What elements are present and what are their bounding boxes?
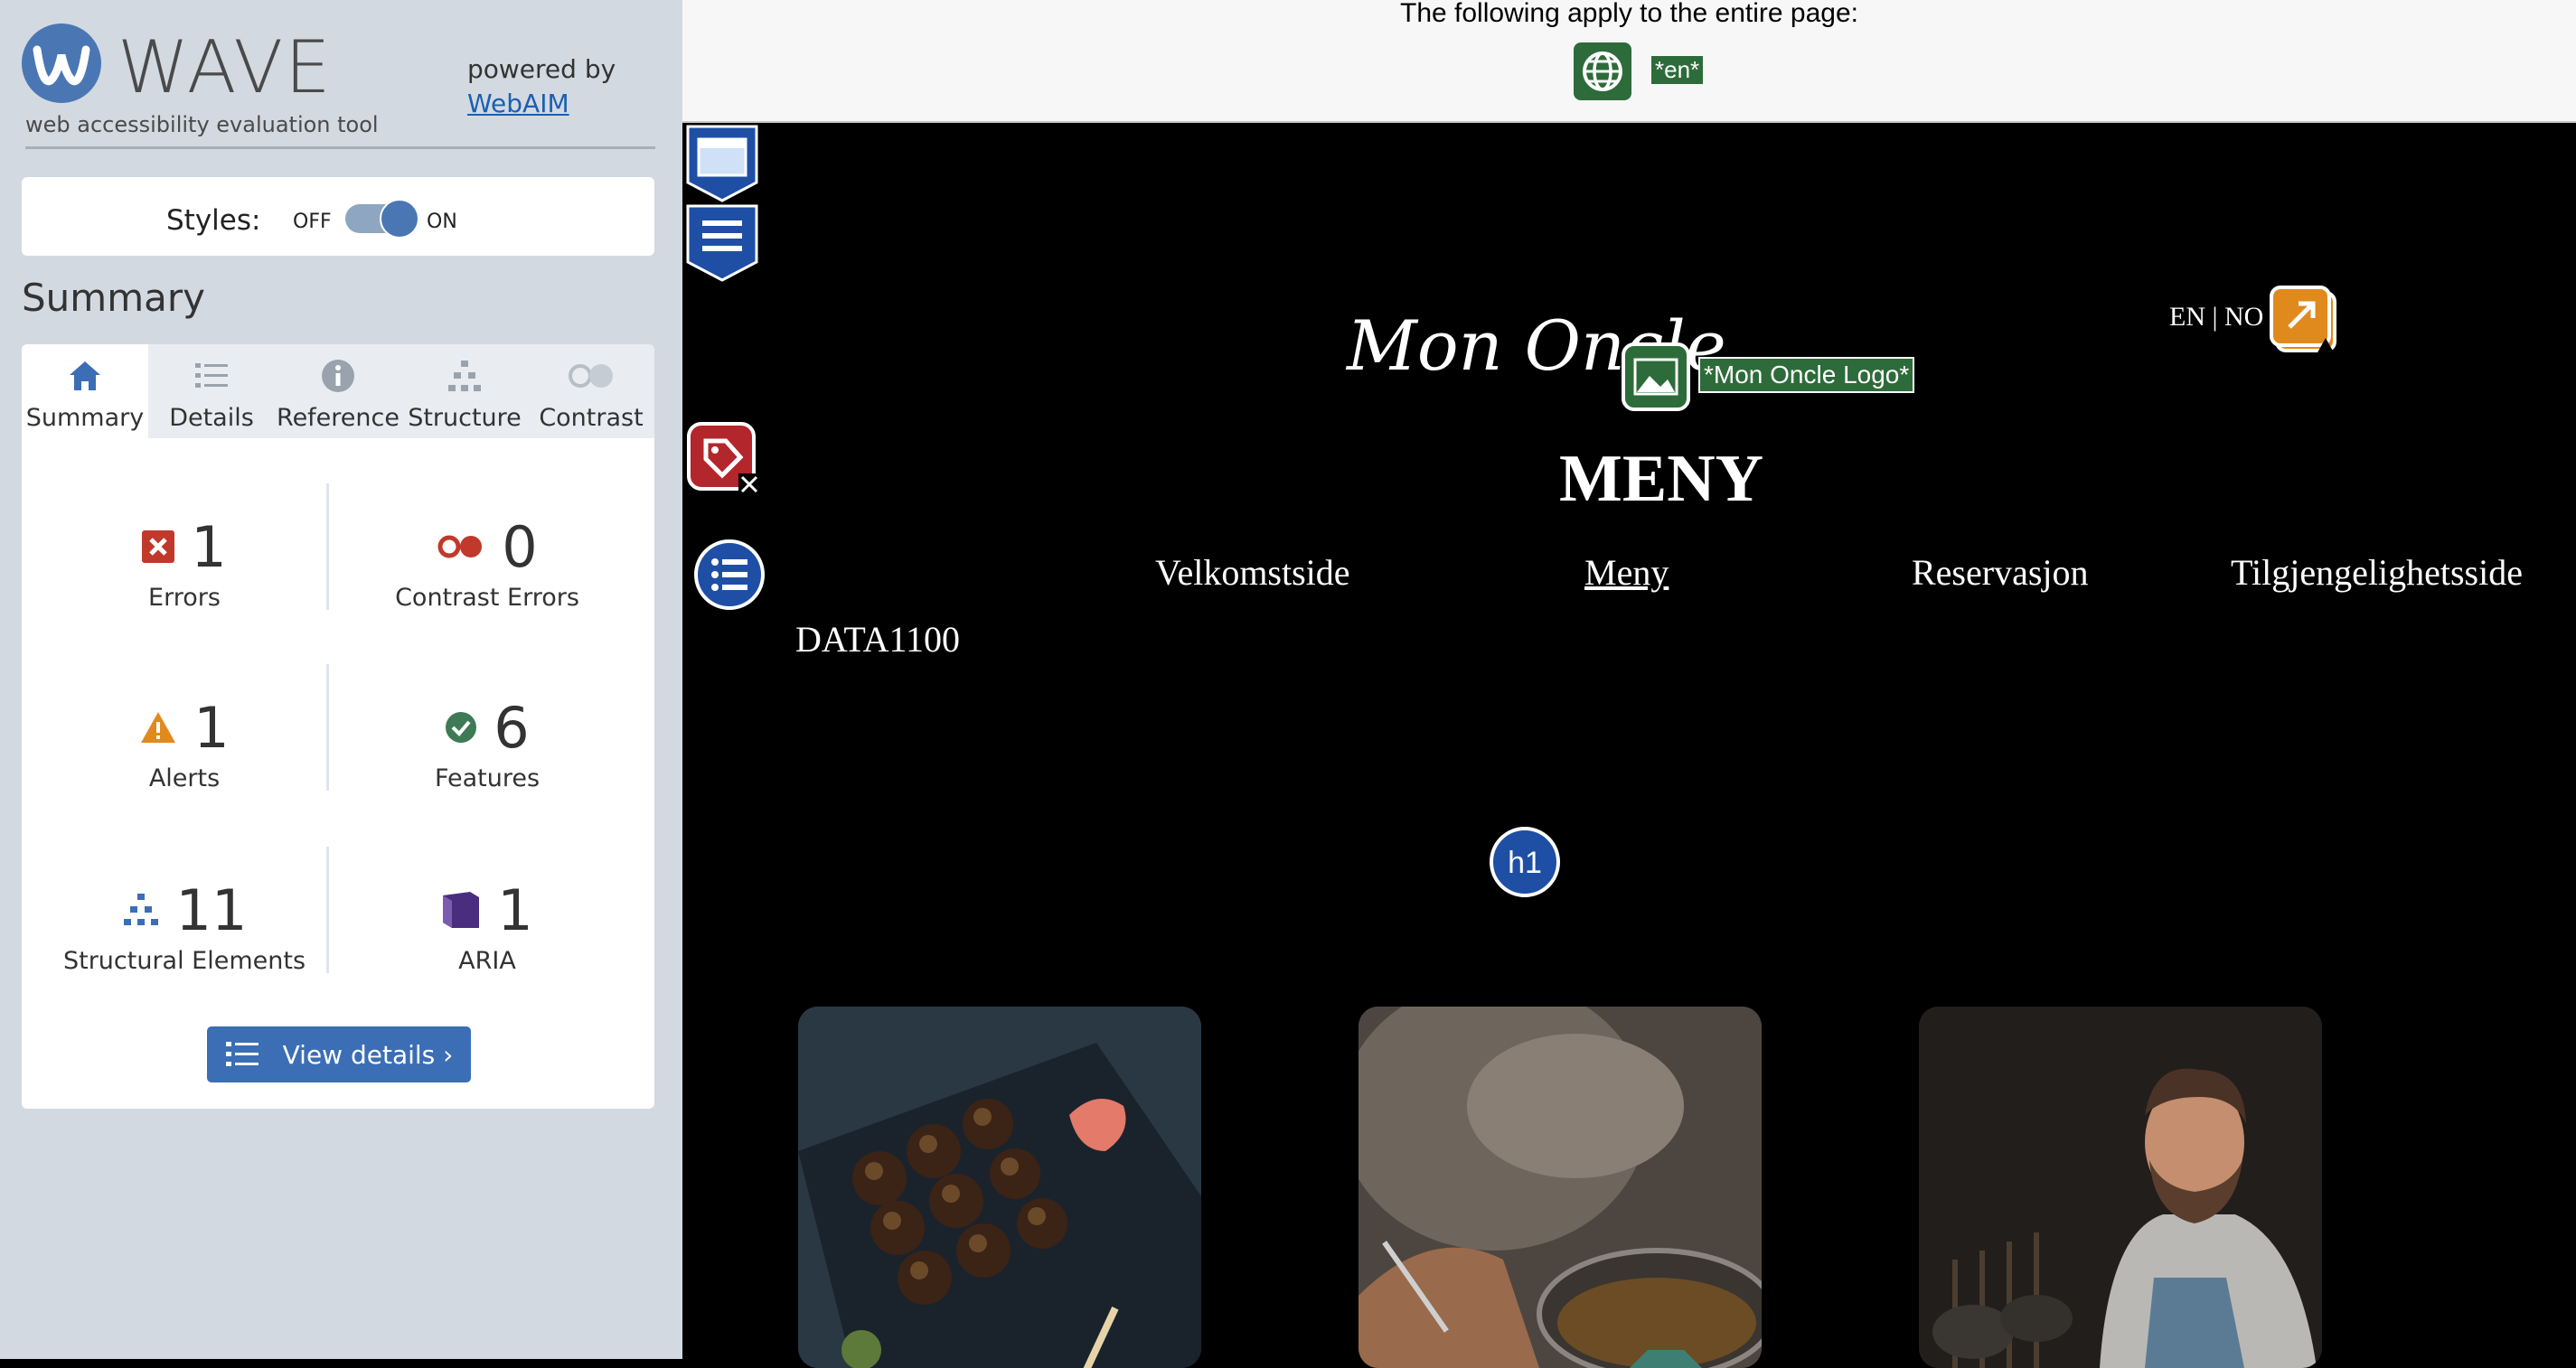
features-label: Features	[434, 764, 541, 792]
stat-features[interactable]: 6 Features	[343, 694, 632, 793]
styles-on-label: ON	[427, 211, 457, 233]
tab-reference[interactable]: Reference	[275, 344, 401, 438]
summary-panel: 1 Errors 0 Contrast Errors 1 Alerts 6 Fe…	[22, 438, 654, 1109]
contrast-errors-label: Contrast Errors	[395, 584, 579, 612]
contrast-icon	[569, 364, 613, 388]
new-window-alert-icon[interactable]	[2270, 284, 2344, 358]
stat-aria[interactable]: 1 ARIA	[343, 876, 632, 975]
contrast-errors-count: 0	[502, 513, 538, 580]
language-tag: *en*	[1651, 56, 1704, 84]
view-details-button[interactable]: View details ›	[207, 1026, 471, 1082]
errors-count: 1	[191, 513, 227, 580]
nav-link-data1100[interactable]: DATA1100	[795, 618, 960, 661]
error-icon	[142, 530, 175, 563]
tab-structure[interactable]: Structure	[401, 344, 528, 438]
toggle-knob[interactable]	[380, 199, 419, 239]
powered-by-label: powered by	[467, 54, 616, 84]
aria-label: ARIA	[458, 947, 516, 975]
view-details-label: View details ›	[282, 1039, 454, 1070]
alerts-label: Alerts	[148, 764, 221, 792]
page-title: MENY	[1559, 442, 1764, 516]
home-icon	[70, 361, 100, 390]
aria-icon	[443, 892, 480, 928]
globe-icon	[1583, 52, 1622, 91]
navigation-landmark-icon[interactable]	[684, 204, 760, 282]
errors-label: Errors	[148, 584, 221, 612]
cooking-image	[1359, 1007, 1762, 1368]
wave-logo-subtitle: web accessibility evaluation tool	[25, 112, 379, 137]
styles-toggle-panel: Styles: OFF ON	[22, 177, 654, 256]
wave-sidebar: WAVE web accessibility evaluation tool p…	[0, 0, 682, 1359]
linked-image-icon[interactable]	[1621, 342, 1691, 412]
powered-by: powered by WebAIM	[467, 52, 616, 121]
wave-tabs: Summary Details Reference Structure Cont…	[22, 344, 654, 438]
sushi-image	[798, 1007, 1201, 1368]
divider	[25, 146, 655, 149]
styles-off-label: OFF	[293, 211, 332, 233]
aria-count: 1	[497, 876, 533, 943]
tab-summary[interactable]: Summary	[22, 344, 148, 438]
info-icon	[322, 360, 354, 392]
language-icon[interactable]	[1574, 42, 1631, 100]
nav-link-tilgjengelighetsside[interactable]: Tilgjengelighetsside	[2231, 551, 2523, 594]
alert-icon	[141, 712, 176, 743]
tab-contrast[interactable]: Contrast	[528, 344, 654, 438]
menu-photo-sushi	[798, 1007, 1201, 1368]
page-level-text: The following apply to the entire page:	[1400, 0, 1858, 28]
feature-check-icon	[446, 712, 477, 743]
menu-photo-chef	[1919, 1007, 2322, 1368]
list-icon	[195, 363, 228, 388]
stat-errors[interactable]: 1 Errors	[40, 513, 329, 612]
hierarchy-icon	[448, 361, 481, 391]
tab-label: Details	[169, 404, 254, 432]
stat-alerts[interactable]: 1 Alerts	[40, 694, 329, 792]
tab-label: Contrast	[539, 404, 644, 432]
nav-link-velkomstside[interactable]: Velkomstside	[1155, 551, 1350, 594]
webaim-link[interactable]: WebAIM	[467, 89, 569, 118]
page-content: Mon Oncle *Mon Oncle Logo* EN | NO Velko…	[682, 123, 2576, 1368]
tab-label: Reference	[277, 404, 400, 432]
contrast-error-icon	[437, 535, 483, 558]
unordered-list-icon[interactable]	[693, 539, 766, 611]
list-icon	[225, 1042, 259, 1066]
styles-label: Styles:	[166, 204, 261, 237]
wave-logo-text: WAVE	[118, 25, 333, 109]
alerts-count: 1	[193, 694, 230, 761]
header-landmark-icon[interactable]	[684, 125, 760, 202]
features-count: 6	[494, 694, 530, 761]
structural-label: Structural Elements	[62, 947, 306, 975]
chef-image	[1919, 1007, 2322, 1368]
language-switcher[interactable]: EN | NO	[2169, 302, 2263, 333]
stat-contrast-errors[interactable]: 0 Contrast Errors	[343, 513, 632, 613]
heading-h1-icon[interactable]: h1	[1489, 826, 1561, 898]
aria-label-icon[interactable]	[686, 421, 762, 497]
menu-photo-cooking	[1359, 1007, 1762, 1368]
tab-label: Summary	[25, 404, 145, 432]
logo-alt-text: *Mon Oncle Logo*	[1698, 357, 1915, 393]
nav-link-reservasjon[interactable]: Reservasjon	[1912, 551, 2089, 594]
structure-icon	[123, 894, 158, 925]
tab-label: Structure	[408, 404, 522, 432]
nav-link-meny[interactable]: Meny	[1584, 551, 1669, 594]
styles-toggle[interactable]	[345, 199, 419, 239]
page-level-bar: The following apply to the entire page: …	[682, 0, 2576, 123]
h1-badge-text: h1	[1508, 846, 1542, 880]
wave-logo-icon	[22, 23, 101, 103]
tab-details[interactable]: Details	[148, 344, 275, 438]
summary-heading: Summary	[22, 276, 205, 320]
structural-count: 11	[175, 876, 248, 943]
stat-structural-elements[interactable]: 11 Structural Elements	[40, 876, 329, 976]
